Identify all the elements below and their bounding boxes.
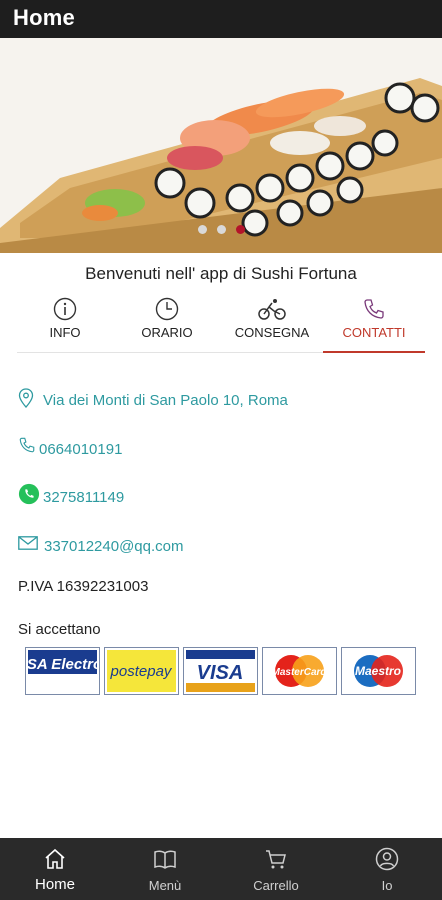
address-row[interactable]: Via dei Monti di San Paolo 10, Roma bbox=[18, 388, 318, 412]
top-bar: Home bbox=[0, 0, 442, 38]
card-label: postepay bbox=[110, 663, 173, 680]
nav-label: Io bbox=[381, 878, 393, 893]
mastercard-card: MasterCard bbox=[262, 647, 337, 695]
carousel-dot[interactable] bbox=[216, 225, 226, 234]
clock-icon bbox=[155, 297, 179, 321]
whatsapp-text: 3275811149 bbox=[43, 489, 125, 506]
nav-cart[interactable]: Carrello bbox=[221, 838, 331, 900]
postepay-card: postepay bbox=[104, 647, 179, 695]
tab-contatti[interactable]: CONTATTI bbox=[323, 295, 425, 353]
email-text: 337012240@qq.com bbox=[44, 538, 184, 555]
nav-label: Menù bbox=[148, 878, 182, 893]
card-label: VISA bbox=[197, 662, 244, 684]
user-icon bbox=[375, 847, 399, 871]
phone-icon bbox=[364, 299, 384, 319]
location-pin-icon bbox=[18, 388, 34, 408]
tab-orario[interactable]: ORARIO bbox=[117, 295, 217, 353]
home-icon bbox=[45, 848, 65, 869]
page-title: Home bbox=[13, 5, 75, 30]
maestro-card: Maestro bbox=[341, 647, 416, 695]
nav-menu[interactable]: Menù bbox=[110, 838, 220, 900]
email-row[interactable]: 337012240@qq.com bbox=[18, 533, 218, 557]
app-root: Home Benvenuti nell' app di Sushi Fortun… bbox=[0, 0, 442, 900]
phone-row[interactable]: 0664010191 bbox=[18, 436, 168, 460]
bicycle-icon bbox=[258, 299, 286, 320]
nav-label: Home bbox=[34, 876, 75, 893]
tab-label: CONSEGNA bbox=[234, 325, 310, 340]
nav-label: Carrello bbox=[253, 878, 299, 893]
welcome-text: Benvenuti nell' app di Sushi Fortuna bbox=[85, 264, 357, 283]
card-label: MasterCard bbox=[271, 667, 327, 678]
phone-icon bbox=[19, 437, 35, 453]
whatsapp-icon bbox=[18, 483, 40, 505]
address-text: Via dei Monti di San Paolo 10, Roma bbox=[43, 392, 288, 409]
whatsapp-row[interactable]: 3275811149 bbox=[18, 483, 168, 509]
tab-consegna[interactable]: CONSEGNA bbox=[222, 295, 322, 353]
nav-profile[interactable]: Io bbox=[332, 838, 442, 900]
carousel-dots bbox=[0, 221, 442, 239]
mail-icon bbox=[18, 536, 38, 550]
card-label: VISA Electron bbox=[26, 656, 99, 673]
info-icon bbox=[53, 297, 77, 321]
hero-carousel[interactable] bbox=[0, 38, 442, 253]
carousel-dot[interactable] bbox=[197, 225, 207, 234]
phone-text: 0664010191 bbox=[39, 441, 123, 458]
card-label: Maestro bbox=[355, 664, 401, 678]
tab-info[interactable]: INFO bbox=[17, 295, 113, 353]
visa-electron-card: VISA Electron bbox=[13, 647, 111, 695]
visa-card: VISA bbox=[183, 647, 258, 695]
book-icon bbox=[154, 850, 176, 869]
info-tabs: INFO ORARIO CONSEGNA CONTATTI bbox=[17, 295, 425, 353]
cart-icon bbox=[266, 850, 286, 869]
tab-label: ORARIO bbox=[141, 325, 193, 340]
nav-home[interactable]: Home bbox=[0, 838, 110, 900]
tab-label: CONTATTI bbox=[342, 325, 406, 340]
vat-number: P.IVA 16392231003 bbox=[18, 578, 149, 595]
tab-label: INFO bbox=[49, 325, 81, 340]
carousel-dot-active[interactable] bbox=[235, 225, 245, 234]
bottom-nav: Home Menù Carrello Io bbox=[0, 838, 442, 900]
payments-title: Si accettano bbox=[18, 621, 101, 638]
